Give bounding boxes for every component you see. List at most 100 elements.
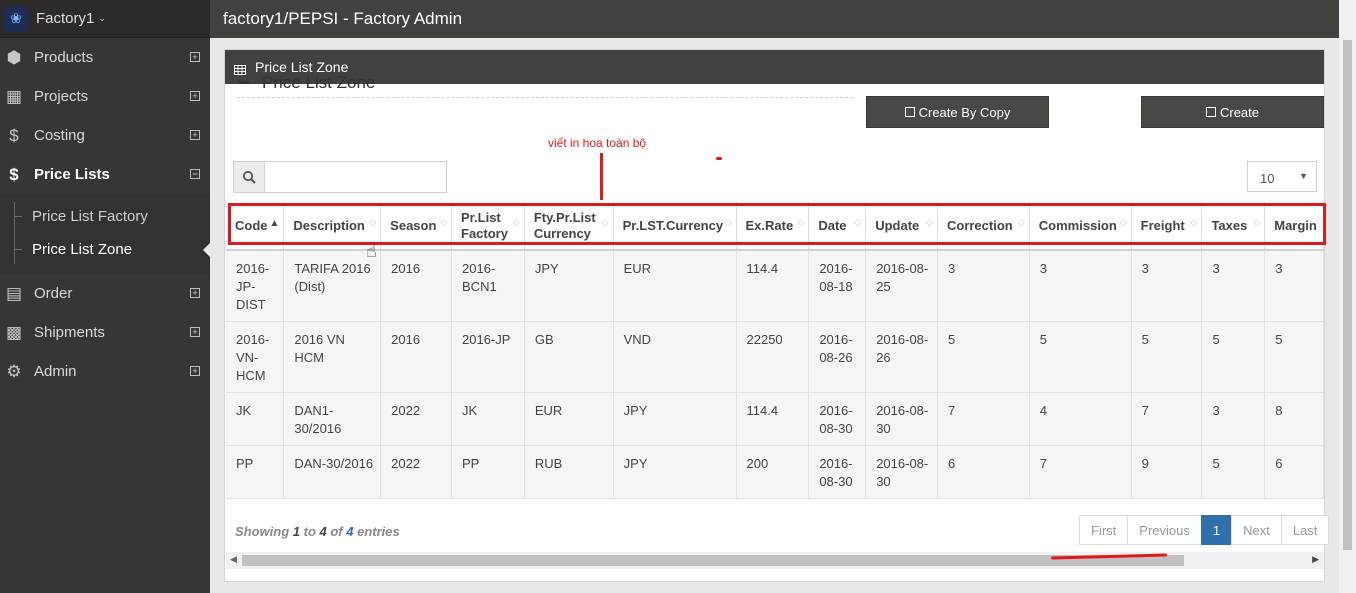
expand-icon: +: [190, 327, 200, 337]
create-by-copy-button[interactable]: Create By Copy: [866, 96, 1049, 128]
column-header-correction[interactable]: Correction ◇: [937, 202, 1030, 251]
table-cell: JPY: [613, 445, 737, 499]
cart-icon: ▤: [5, 283, 23, 303]
sidebar-item-projects[interactable]: ▦ Projects +: [0, 77, 210, 116]
sidebar-item-price-lists[interactable]: $ Price Lists −: [0, 155, 210, 194]
table-row[interactable]: JK DAN1-30/2016 2022 JK EUR JPY 114.4 2016-08-3…: [226, 392, 1324, 446]
table-cell: 2016-08-25: [865, 250, 938, 322]
table-row[interactable]: PP DAN-30/2016 2022 PP RUB JPY 200 2016-08-30 20…: [226, 445, 1324, 499]
page-first-button[interactable]: First: [1079, 515, 1129, 545]
page-current-button[interactable]: 1: [1200, 515, 1233, 545]
expand-icon: +: [190, 366, 200, 376]
sidebar-item-admin[interactable]: ⚙ Admin +: [0, 352, 210, 391]
page-last-button[interactable]: Last: [1280, 515, 1330, 545]
column-header-date[interactable]: Date ◇: [808, 202, 867, 251]
column-header-freight[interactable]: Freight ◇: [1131, 202, 1203, 251]
create-button[interactable]: Create: [1141, 96, 1324, 128]
table-row[interactable]: 2016-JP-DIST TARIFA 2016 (Dist) 2016 2016-B…: [226, 250, 1324, 322]
horizontal-scrollbar-thumb[interactable]: [242, 555, 1184, 566]
sidebar-subitem-price-list-factory[interactable]: Price List Factory: [0, 200, 210, 233]
column-header-label: Taxes: [1211, 217, 1248, 233]
table-cell: 7: [1029, 445, 1132, 499]
column-header-pr-list-factory[interactable]: Pr.List Factory ◇: [451, 202, 525, 251]
table-info: Showing 1 to 4 of 4 entries: [235, 524, 400, 539]
table-cell: 3: [1201, 392, 1266, 446]
sidebar-item-products[interactable]: ⬢ Products +: [0, 38, 210, 77]
sort-icon: ◇: [512, 217, 520, 227]
table-row[interactable]: 2016-VN-HCM 2016 VN HCM 2016 2016-JP GB VND 22…: [226, 321, 1324, 393]
table-cell: 5: [1029, 321, 1132, 393]
info-from: 1: [292, 524, 301, 539]
sidebar-item-label: Products: [34, 49, 94, 66]
column-header-season[interactable]: Season ◇: [380, 202, 453, 251]
collapse-icon: [239, 81, 250, 84]
sidebar-subitem-label: Price List Factory: [32, 208, 148, 225]
section-title-label: Price List Zone: [262, 72, 376, 92]
scroll-right-icon[interactable]: ▶: [1312, 554, 1319, 565]
column-header-code[interactable]: Code ▲: [226, 202, 285, 251]
tree-tick: [14, 216, 22, 217]
annotation-arrow: [600, 153, 603, 200]
sidebar-item-label: Projects: [34, 88, 89, 105]
table-cell: 5: [1264, 321, 1324, 393]
info-text: entries: [353, 524, 400, 539]
table-cell: 2016 VN HCM: [283, 321, 382, 393]
column-header-label: Date: [818, 217, 847, 233]
column-header-commission[interactable]: Commission ◇: [1029, 202, 1132, 251]
table-header-row: Code ▲ Description ◇ Season ◇ Pr.List Facto…: [226, 202, 1324, 251]
table-cell: JPY: [524, 250, 614, 322]
table-cell: 2016-08-18: [808, 250, 867, 322]
page-next-button[interactable]: Next: [1231, 515, 1282, 545]
sidebar-item-order[interactable]: ▤ Order +: [0, 274, 210, 313]
table-cell: JK: [451, 392, 525, 446]
table-cell: 2016-08-26: [865, 321, 938, 393]
sidebar-item-shipments[interactable]: ▩ Shipments +: [0, 313, 210, 352]
sort-icon: ◇: [1253, 217, 1261, 227]
column-header-label: Description: [293, 217, 365, 233]
page-previous-button[interactable]: Previous: [1127, 515, 1202, 545]
column-header-margin[interactable]: Margin: [1264, 202, 1324, 251]
table-cell: 7: [1131, 392, 1203, 446]
table-cell: EUR: [524, 392, 614, 446]
table-cell: 9: [1131, 445, 1203, 499]
hand-cursor-icon: ☝: [366, 241, 377, 261]
table-cell: 114.4: [736, 250, 810, 322]
table-cell: 3: [1131, 250, 1203, 322]
column-header-taxes[interactable]: Taxes ◇: [1201, 202, 1266, 251]
vertical-scrollbar[interactable]: [1339, 0, 1356, 593]
column-header-pr-lst-currency[interactable]: Pr.LST.Currency ◇: [613, 202, 737, 251]
sidebar-item-label: Order: [34, 285, 73, 302]
cube-icon: ⬢: [6, 47, 22, 67]
brand-dropdown[interactable]: ❀ Factory1 ⌄: [0, 0, 210, 38]
sort-icon: ◇: [724, 217, 732, 227]
table-cell: 2016-08-30: [865, 392, 938, 446]
sort-icon: ◇: [369, 217, 377, 227]
sidebar-item-costing[interactable]: $ Costing +: [0, 116, 210, 155]
sidebar-subitem-price-list-zone[interactable]: Price List Zone: [0, 233, 210, 266]
column-header-label: Season: [390, 217, 437, 233]
table-cell: 3: [1029, 250, 1132, 322]
sort-icon: ◇: [440, 217, 448, 227]
create-by-copy-label: Create By Copy: [918, 104, 1011, 120]
table-cell: VND: [613, 321, 737, 393]
table-cell: 114.4: [736, 392, 810, 446]
info-text: to: [300, 524, 320, 539]
search-button[interactable]: [233, 161, 265, 193]
table-cell: 2016-VN-HCM: [226, 321, 285, 393]
search-input[interactable]: [265, 161, 447, 193]
table-cell: 22250: [736, 321, 810, 393]
scroll-left-icon[interactable]: ◀: [230, 554, 237, 565]
dollar-icon: $: [9, 164, 19, 184]
table-cell: EUR: [613, 250, 737, 322]
page-length-select[interactable]: 10 ▼: [1247, 161, 1317, 192]
table-cell: 7: [937, 392, 1030, 446]
table-cell: 6: [937, 445, 1030, 499]
search-group: [233, 161, 447, 193]
column-header-fty-pr-list-currency[interactable]: Fty.Pr.List Currency ◇: [524, 202, 614, 251]
column-header-update[interactable]: Update ◇: [865, 202, 938, 251]
column-header-ex-rate[interactable]: Ex.Rate ◇: [736, 202, 810, 251]
section-title[interactable]: Price List Zone: [237, 68, 853, 98]
vertical-scrollbar-thumb[interactable]: [1343, 40, 1352, 550]
sort-icon: ◇: [926, 217, 933, 227]
column-header-label: Correction: [946, 217, 1013, 233]
